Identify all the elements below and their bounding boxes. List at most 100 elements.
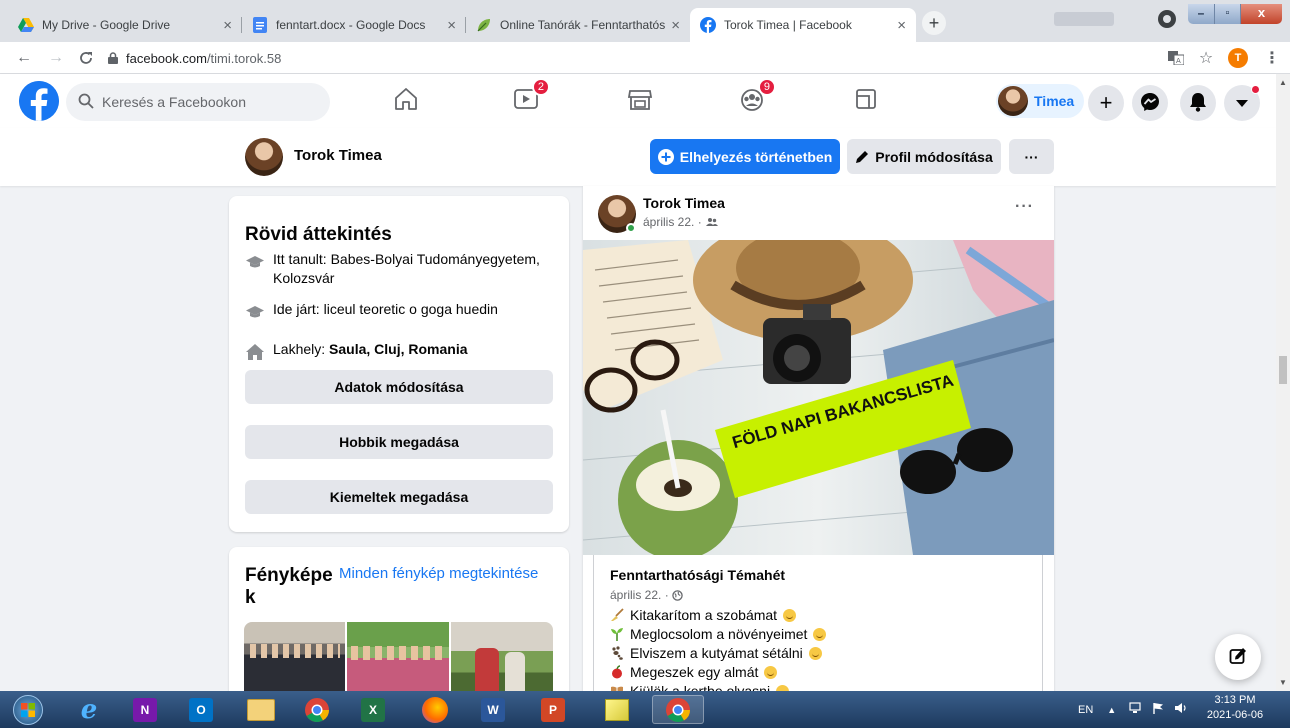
- tab-online-tanorak[interactable]: Online Tanórák - Fenntarthatósá ×: [466, 8, 690, 42]
- google-drive-icon: [18, 17, 34, 33]
- post-line-text: Meglocsolom a növényeimet: [630, 626, 808, 642]
- post-line-4: Megeszek egy almát: [610, 664, 778, 680]
- add-hobbies-button[interactable]: Hobbik megadása: [245, 425, 553, 459]
- watch-badge: 2: [531, 78, 550, 96]
- maximize-icon[interactable]: ▫: [1214, 4, 1240, 24]
- search-input[interactable]: [102, 94, 302, 110]
- chrome-profile-avatar[interactable]: T: [1228, 48, 1248, 68]
- account-menu-button[interactable]: [1224, 85, 1260, 121]
- outlook-taskbar[interactable]: O: [176, 695, 226, 724]
- messenger-button[interactable]: [1132, 85, 1168, 121]
- close-tab-icon[interactable]: ×: [897, 17, 906, 34]
- photo-thumbnail-3[interactable]: [451, 622, 553, 694]
- facebook-logo[interactable]: [19, 81, 59, 121]
- nav-home[interactable]: [388, 82, 424, 118]
- shared-page-name[interactable]: Fenntarthatósági Témahét: [610, 567, 785, 583]
- new-message-button[interactable]: [1215, 634, 1261, 680]
- post-author-name[interactable]: Torok Timea: [643, 195, 725, 211]
- notifications-button[interactable]: [1180, 85, 1216, 121]
- post-line-2: Meglocsolom a növényeimet: [610, 626, 827, 642]
- went-to-school[interactable]: liceul teoretic o goga huedin: [324, 301, 498, 317]
- chrome-account-icon[interactable]: [1158, 10, 1176, 28]
- photo-thumbnail-1[interactable]: [244, 622, 345, 694]
- url-field[interactable]: facebook.com/timi.torok.58: [108, 46, 1148, 70]
- language-indicator[interactable]: EN: [1078, 704, 1093, 716]
- chrome-menu-icon[interactable]: ⋮: [1262, 48, 1282, 68]
- word-taskbar[interactable]: W: [468, 695, 518, 724]
- close-window-icon[interactable]: x: [1240, 4, 1282, 24]
- nav-watch[interactable]: 2: [508, 78, 550, 118]
- nav-gaming[interactable]: [848, 82, 884, 118]
- header-profile-link[interactable]: Timea: [996, 84, 1085, 118]
- broom-icon: [610, 608, 624, 622]
- scrollbar-thumb[interactable]: [1279, 356, 1287, 384]
- windows-taskbar: e N O X W P EN ▲ 3:13 PM 2021-06-06: [0, 691, 1290, 728]
- new-tab-button[interactable]: +: [922, 11, 946, 35]
- messenger-icon: [1140, 92, 1160, 115]
- reload-icon[interactable]: [76, 48, 96, 68]
- action-center-flag-icon[interactable]: [1152, 702, 1164, 717]
- studied-at-text: Itt tanult: Babes-Bolyai Tudományegyetem…: [273, 251, 540, 286]
- show-hidden-icons-icon[interactable]: ▲: [1107, 705, 1116, 715]
- scroll-down-icon[interactable]: ▼: [1279, 678, 1287, 687]
- lives-in-location[interactable]: Saula, Cluj, Romania: [329, 341, 467, 357]
- browser-tab-bar: My Drive - Google Drive × fenntart.docx …: [0, 0, 1290, 42]
- tab-title: Online Tanórák - Fenntarthatósá: [500, 18, 666, 32]
- firefox-taskbar[interactable]: [410, 695, 460, 724]
- excel-taskbar[interactable]: X: [348, 695, 398, 724]
- sticky-notes-taskbar[interactable]: [592, 695, 642, 724]
- forward-arrow-icon[interactable]: →: [46, 48, 66, 68]
- post-more-options[interactable]: ···: [1015, 198, 1034, 216]
- bookmark-star-icon[interactable]: ☆: [1196, 48, 1216, 68]
- create-button[interactable]: +: [1088, 85, 1124, 121]
- powerpoint-taskbar[interactable]: P: [528, 695, 578, 724]
- page-scrollbar[interactable]: ▲ ▼: [1276, 74, 1290, 691]
- photo-thumbnail-2[interactable]: [347, 622, 449, 694]
- add-featured-button[interactable]: Kiemeltek megadása: [245, 480, 553, 514]
- address-bar: ← → facebook.com/timi.torok.58 A ☆ T ⋮: [0, 42, 1290, 74]
- add-to-story-button[interactable]: Elhelyezés történetben: [650, 139, 840, 174]
- back-arrow-icon[interactable]: ←: [14, 48, 34, 68]
- chrome-taskbar[interactable]: [292, 695, 342, 724]
- tab-google-docs[interactable]: fenntart.docx - Google Docs ×: [242, 8, 466, 42]
- tab-title: fenntart.docx - Google Docs: [276, 18, 426, 32]
- intro-went-to: Ide járt: liceul teoretic o goga huedin: [245, 300, 555, 322]
- taskbar-clock[interactable]: 3:13 PM 2021-06-06: [1200, 693, 1270, 723]
- shared-post-date[interactable]: április 22. ·: [610, 588, 683, 602]
- post-image[interactable]: FÖLD NAPI BAKANCSLISTA: [583, 240, 1054, 555]
- network-icon[interactable]: [1128, 702, 1142, 717]
- close-tab-icon[interactable]: ×: [223, 17, 232, 34]
- post-date[interactable]: április 22. ·: [643, 215, 718, 229]
- smile-emoji-icon: [783, 608, 797, 622]
- onenote-taskbar[interactable]: N: [120, 695, 170, 724]
- more-options-button[interactable]: ···: [1009, 139, 1054, 174]
- svg-text:A: A: [1176, 57, 1181, 65]
- intro-card: Rövid áttekintés Itt tanult: Babes-Bolya…: [229, 196, 569, 532]
- volume-icon[interactable]: [1174, 702, 1188, 717]
- lock-icon: [108, 52, 118, 64]
- close-tab-icon[interactable]: ×: [447, 17, 456, 34]
- minimize-icon[interactable]: –: [1188, 4, 1214, 24]
- nav-groups[interactable]: 9: [734, 78, 776, 118]
- close-tab-icon[interactable]: ×: [671, 17, 680, 34]
- internet-explorer-taskbar[interactable]: e: [64, 695, 114, 725]
- profile-avatar[interactable]: [245, 138, 283, 176]
- see-all-photos-link[interactable]: Minden fénykép megtekintése: [339, 565, 538, 582]
- graduation-cap-icon: [245, 252, 265, 272]
- clock-date: 2021-06-06: [1206, 709, 1264, 721]
- edit-profile-button[interactable]: Profil módosítása: [847, 139, 1001, 174]
- onenote-icon: N: [133, 697, 157, 722]
- file-explorer-taskbar[interactable]: [236, 695, 286, 724]
- start-button[interactable]: [6, 694, 50, 725]
- scroll-up-icon[interactable]: ▲: [1279, 78, 1287, 87]
- edit-details-button[interactable]: Adatok módosítása: [245, 370, 553, 404]
- profile-name[interactable]: Torok Timea: [294, 147, 382, 164]
- translate-icon[interactable]: A: [1166, 48, 1186, 68]
- tab-facebook-active[interactable]: Torok Timea | Facebook ×: [690, 8, 916, 42]
- facebook-search[interactable]: [66, 83, 330, 121]
- chrome-profile-taskbar-active[interactable]: [652, 695, 704, 724]
- tab-google-drive[interactable]: My Drive - Google Drive ×: [8, 8, 242, 42]
- header-user-name: Timea: [1034, 93, 1075, 109]
- shared-post: Fenntarthatósági Témahét április 22. · K…: [593, 555, 1043, 706]
- nav-marketplace[interactable]: [622, 82, 658, 118]
